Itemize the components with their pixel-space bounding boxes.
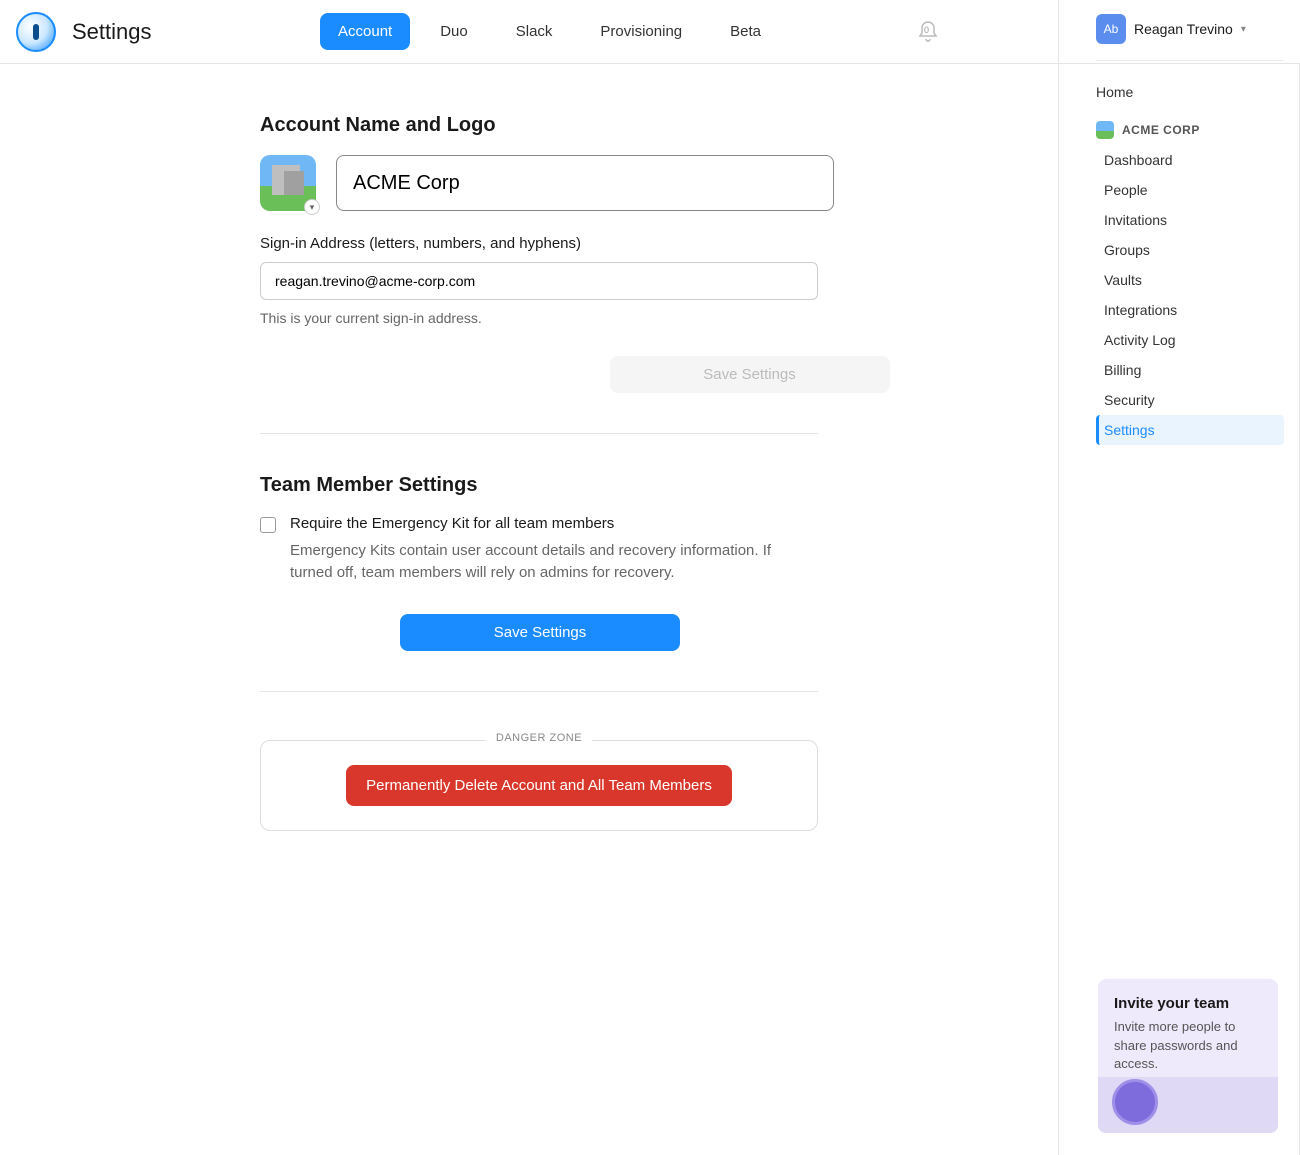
account-section-heading: Account Name and Logo	[260, 114, 1239, 137]
tab-account[interactable]: Account	[320, 13, 410, 50]
divider	[260, 691, 818, 692]
emergency-kit-description: Emergency Kits contain user account deta…	[290, 540, 800, 584]
signin-address-label: Sign-in Address (letters, numbers, and h…	[260, 235, 1239, 252]
save-team-button[interactable]: Save Settings	[400, 614, 680, 651]
notification-bell-icon[interactable]: 0	[916, 20, 940, 44]
tab-duo[interactable]: Duo	[422, 13, 486, 50]
danger-zone-box: Permanently Delete Account and All Team …	[260, 740, 818, 831]
invite-title: Invite your team	[1114, 995, 1262, 1012]
danger-zone-label: DANGER ZONE	[486, 732, 592, 744]
tab-beta[interactable]: Beta	[712, 13, 779, 50]
building-icon	[284, 171, 304, 195]
app-logo-icon[interactable]	[16, 12, 56, 52]
signin-address-input[interactable]	[260, 262, 818, 300]
user-name-label: Reagan Trevino	[1134, 21, 1233, 37]
person-icon	[1112, 1079, 1158, 1125]
invite-card[interactable]: Invite your team Invite more people to s…	[1098, 979, 1278, 1133]
account-name-input[interactable]	[336, 155, 834, 211]
team-section-heading: Team Member Settings	[260, 474, 1239, 497]
emergency-kit-label: Require the Emergency Kit for all team m…	[290, 515, 800, 532]
emergency-kit-checkbox[interactable]	[260, 517, 276, 533]
account-logo-picker[interactable]: ▾	[260, 155, 316, 211]
divider	[260, 433, 818, 434]
chevron-down-icon: ▾	[1241, 24, 1246, 35]
signin-hint: This is your current sign-in address.	[260, 310, 1239, 326]
delete-account-button[interactable]: Permanently Delete Account and All Team …	[346, 765, 732, 806]
user-menu[interactable]: Ab Reagan Trevino ▾	[1096, 14, 1284, 61]
avatar: Ab	[1096, 14, 1126, 44]
tab-slack[interactable]: Slack	[498, 13, 571, 50]
tab-provisioning[interactable]: Provisioning	[582, 13, 700, 50]
page-title: Settings	[72, 19, 152, 45]
save-account-button[interactable]: Save Settings	[610, 356, 890, 393]
invite-description: Invite more people to share passwords an…	[1114, 1018, 1262, 1073]
notification-count: 0	[924, 25, 929, 35]
tabs-container: Account Duo Slack Provisioning Beta	[320, 13, 779, 50]
chevron-down-icon: ▾	[304, 199, 320, 215]
